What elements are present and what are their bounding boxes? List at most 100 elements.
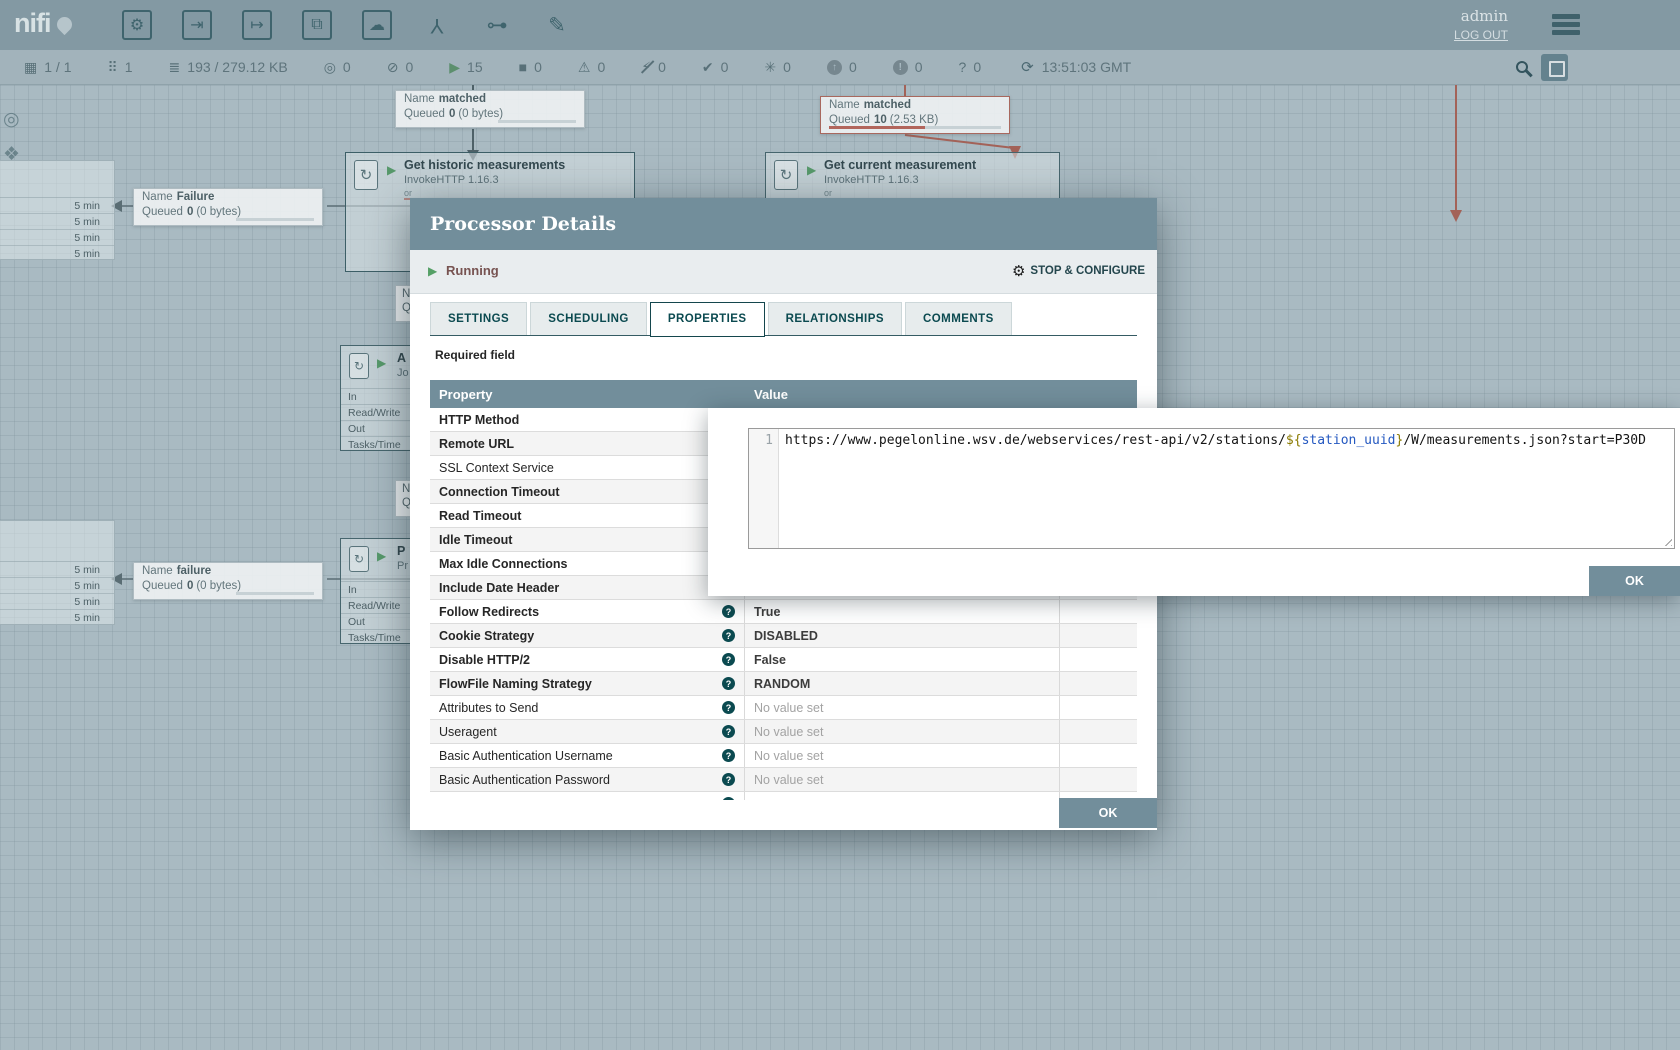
logo-drop-icon bbox=[53, 14, 74, 35]
editor-content[interactable]: https://www.pegelonline.wsv.de/webservic… bbox=[779, 429, 1674, 548]
dialog-status-strip: ▶ Running ⚙ STOP & CONFIGURE bbox=[410, 250, 1157, 294]
stop-and-configure-button[interactable]: ⚙ STOP & CONFIGURE bbox=[1012, 262, 1145, 280]
table-row[interactable]: Basic Authentication Username?No value s… bbox=[430, 744, 1137, 768]
expression-editor[interactable]: 1 https://www.pegelonline.wsv.de/webserv… bbox=[748, 428, 1675, 549]
bulletin-panel-icon[interactable] bbox=[1541, 54, 1568, 81]
property-name: Read Timeout bbox=[439, 509, 521, 523]
help-icon[interactable]: ? bbox=[722, 773, 735, 786]
connection-label-matched-0[interactable]: Namematched Queued0(0 bytes) bbox=[395, 90, 585, 128]
tab-scheduling[interactable]: SCHEDULING bbox=[530, 302, 647, 336]
nifi-logo: nifi bbox=[14, 8, 72, 39]
running-icon: ▶ bbox=[449, 59, 460, 76]
funnel-icon[interactable]: Y bbox=[422, 10, 452, 40]
global-menu-icon[interactable] bbox=[1552, 14, 1580, 35]
help-icon[interactable]: ? bbox=[722, 629, 735, 642]
locally-modified-icon: ✳ bbox=[764, 59, 776, 76]
status-count: 0 bbox=[783, 59, 791, 75]
label-icon[interactable]: ✎ bbox=[542, 10, 572, 40]
logout-link[interactable]: LOG OUT bbox=[1454, 28, 1508, 42]
status-count: 0 bbox=[597, 59, 605, 75]
value-editor-popup: 1 https://www.pegelonline.wsv.de/webserv… bbox=[708, 408, 1680, 596]
last-refresh-time: 13:51:03 GMT bbox=[1042, 59, 1132, 75]
property-value: True bbox=[754, 605, 780, 619]
property-name: FlowFile Naming Strategy bbox=[439, 677, 592, 691]
status-queued: ≣193 / 279.12 KB bbox=[169, 59, 288, 76]
up-to-date-icon: ✔ bbox=[702, 59, 714, 76]
connection-label-failure-bottom[interactable]: Namefailure Queued0(0 bytes) bbox=[133, 562, 323, 600]
stop-configure-icon: ⚙ bbox=[1012, 262, 1025, 280]
status-stopped: ■0 bbox=[519, 59, 542, 75]
component-toolbar: ⚙ ⇥ ↦ ⧉ ☁ Y ⊶ ✎ bbox=[122, 0, 572, 50]
help-icon[interactable]: ? bbox=[722, 677, 735, 690]
canvas-float-circle-icon[interactable]: ◎ bbox=[3, 108, 20, 131]
sync-failure-icon: ! bbox=[893, 60, 908, 75]
tab-settings[interactable]: SETTINGS bbox=[430, 302, 527, 336]
status-count: 15 bbox=[467, 59, 483, 75]
status-cluster: ▦1 / 1 bbox=[24, 59, 71, 76]
queue-stat-bar bbox=[925, 126, 1001, 129]
refresh-status: ⟳ 13:51:03 GMT bbox=[1021, 58, 1131, 76]
property-value: No value set bbox=[754, 701, 823, 715]
property-value: False bbox=[754, 653, 786, 667]
queue-stat-bar bbox=[236, 592, 314, 595]
search-icon[interactable] bbox=[1516, 61, 1528, 73]
user-area: admin LOG OUT bbox=[1454, 7, 1508, 42]
property-name: Disable HTTP/2 bbox=[439, 653, 530, 667]
not-transmitting-icon: ⊘ bbox=[387, 59, 399, 76]
tab-comments[interactable]: COMMENTS bbox=[905, 302, 1012, 336]
table-row[interactable]: Cookie Strategy? DISABLED bbox=[430, 624, 1137, 648]
table-row[interactable]: Disable HTTP/2? False bbox=[430, 648, 1137, 672]
running-icon: ▶ bbox=[807, 163, 816, 177]
disabled-icon: ⚡ bbox=[641, 59, 651, 76]
running-icon: ▶ bbox=[377, 549, 386, 563]
process-group-icon[interactable]: ⧉ bbox=[302, 10, 332, 40]
output-port-icon[interactable]: ↦ bbox=[242, 10, 272, 40]
property-value: RANDOM bbox=[754, 677, 810, 691]
help-icon[interactable]: ? bbox=[722, 701, 735, 714]
remote-process-group-icon[interactable]: ☁ bbox=[362, 10, 392, 40]
property-value: DISABLED bbox=[754, 629, 818, 643]
status-count: 0 bbox=[343, 59, 351, 75]
connection-label-failure-top[interactable]: NameFailure Queued0(0 bytes) bbox=[133, 188, 323, 226]
help-icon[interactable]: ? bbox=[722, 725, 735, 738]
column-value: Value bbox=[745, 387, 1060, 402]
processor-icon: ↻ bbox=[774, 160, 798, 190]
processor-left-fragment-top[interactable]: 5 min 5 min 5 min 5 min bbox=[0, 160, 115, 260]
property-value: No value set bbox=[754, 749, 823, 763]
dialog-tabs: SETTINGSSCHEDULINGPROPERTIESRELATIONSHIP… bbox=[430, 302, 1012, 336]
table-row[interactable]: Basic Authentication Password?No value s… bbox=[430, 768, 1137, 792]
help-icon[interactable]: ? bbox=[722, 605, 735, 618]
status-threads: ⠿1 bbox=[107, 59, 132, 76]
current-user: admin bbox=[1454, 7, 1508, 25]
table-row[interactable]: Attributes to Send?No value set bbox=[430, 696, 1137, 720]
processor-icon[interactable]: ⚙ bbox=[122, 10, 152, 40]
nifi-app: ◎ ❖ Namematched Queued0(0 bytes) Namemat… bbox=[0, 0, 1680, 1050]
table-row[interactable]: FlowFile Naming Strategy? RANDOM bbox=[430, 672, 1137, 696]
tab-relationships[interactable]: RELATIONSHIPS bbox=[768, 302, 902, 336]
processor-left-fragment-bottom[interactable]: 5 min 5 min 5 min 5 min bbox=[0, 520, 115, 625]
processor-partial-lower[interactable]: ↻ ▶ P Pr In Read/Write Out Tasks/Time bbox=[340, 538, 414, 644]
dialog-header: Processor Details bbox=[410, 198, 1157, 250]
processor-icon: ↻ bbox=[354, 160, 378, 190]
template-icon[interactable]: ⊶ bbox=[482, 10, 512, 40]
connection-label-matched-10[interactable]: Namematched Queued10(2.53 KB) bbox=[820, 96, 1010, 134]
editor-ok-button[interactable]: OK bbox=[1589, 566, 1680, 596]
input-port-icon[interactable]: ⇥ bbox=[182, 10, 212, 40]
help-icon[interactable]: ? bbox=[722, 653, 735, 666]
table-row[interactable]: Follow Redirects? True bbox=[430, 600, 1137, 624]
processor-partial-upper[interactable]: ↻ ▶ A Jo In Read/Write Out Tasks/Time bbox=[340, 345, 414, 451]
property-name: Cookie Strategy bbox=[439, 629, 534, 643]
property-name: Follow Redirects bbox=[439, 605, 539, 619]
status-locally-modified: ✳0 bbox=[764, 59, 791, 76]
column-property: Property bbox=[430, 387, 745, 402]
table-row[interactable]: Useragent?No value set bbox=[430, 720, 1137, 744]
status-up-to-date: ✔0 bbox=[702, 59, 729, 76]
help-icon[interactable]: ? bbox=[722, 749, 735, 762]
status-unknown-version: ?0 bbox=[959, 59, 982, 75]
invalid-icon: ⚠ bbox=[578, 59, 591, 76]
tabs-underline bbox=[430, 335, 1137, 336]
dialog-ok-button[interactable]: OK bbox=[1059, 798, 1157, 828]
tab-properties[interactable]: PROPERTIES bbox=[650, 302, 765, 337]
running-icon: ▶ bbox=[377, 356, 386, 370]
refresh-icon[interactable]: ⟳ bbox=[1021, 58, 1034, 76]
